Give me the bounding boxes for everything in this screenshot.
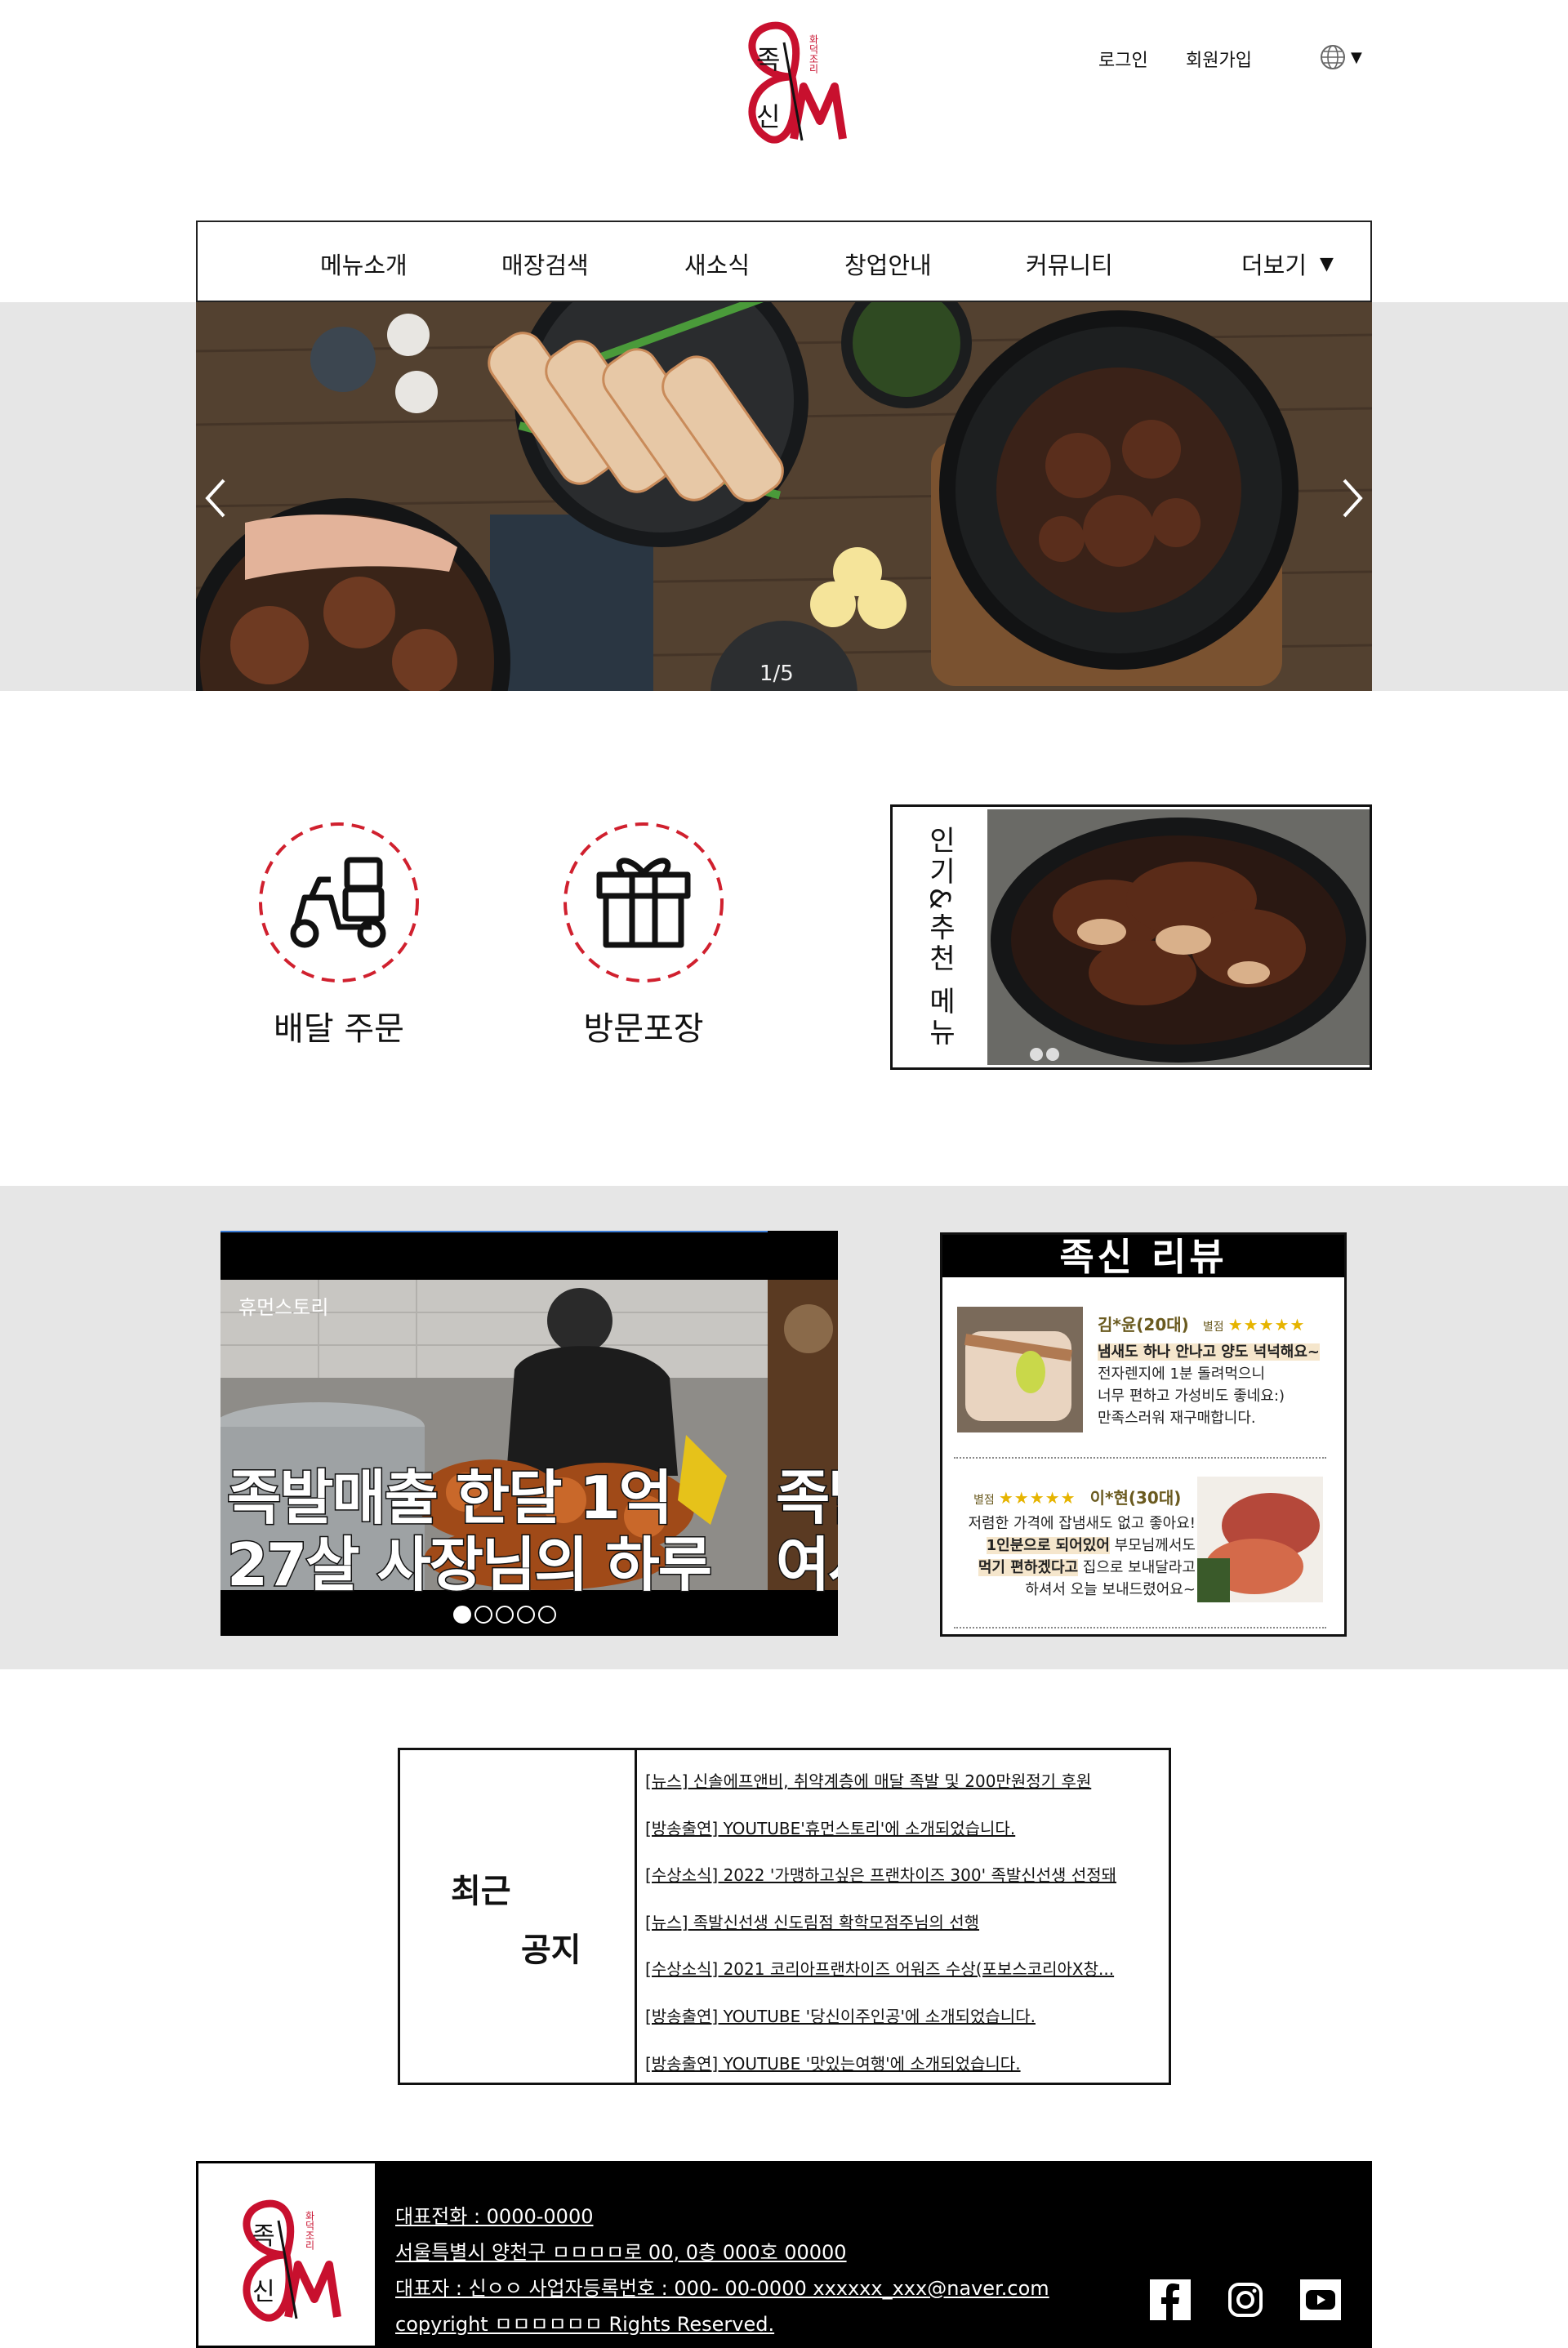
chevron-right-icon[interactable] <box>1336 474 1369 523</box>
notice-item[interactable]: [방송출연] YOUTUBE'휴먼스토리'에 소개되었습니다. <box>645 1807 1160 1855</box>
hero-food-image <box>196 302 1372 691</box>
nav-item-menu[interactable]: 메뉴소개 <box>320 247 408 281</box>
review-photo-1 <box>957 1307 1083 1432</box>
notice-item[interactable]: [뉴스] 족발신선생 신도림점 확학모점주님의 선행 <box>645 1901 1160 1949</box>
pagination-dot[interactable] <box>496 1606 514 1624</box>
notice-title-box: 최근 공지 <box>400 1750 637 2083</box>
notice-item[interactable]: [방송출연] YOUTUBE '맛있는여행'에 소개되었습니다. <box>645 2043 1160 2090</box>
notice-item[interactable]: [방송출연] YOUTUBE '당신이주인공'에 소개되었습니다. <box>645 1995 1160 2043</box>
login-link[interactable]: 로그인 <box>1098 46 1148 72</box>
review-2-body: 저렴한 가격에 잡냄새도 없고 좋아요! 1인분으로 되어있어 부모님께서도 먹… <box>942 1513 1196 1601</box>
notice-item[interactable]: [수상소식] 2022 '가맹하고싶은 프랜차이즈 300' 족발신선생 선정돼 <box>645 1854 1160 1901</box>
logo-side-text: 화덕조리 <box>304 2211 315 2250</box>
popular-menu-image <box>987 809 1370 1065</box>
rating-label: 별점 <box>1202 1321 1224 1334</box>
logo-char-bottom: 신 <box>252 2278 275 2306</box>
logo-side-text: 화덕조리 <box>808 34 819 74</box>
delivery-label: 배달 주문 <box>274 1010 404 1048</box>
footer-logo[interactable]: 족 신 화덕조리 <box>196 2161 377 2348</box>
review-text: 냄새도 하나 안나고 양도 넉넉해요~ <box>1098 1343 1320 1361</box>
review-1-header: 김*윤(20대) 별점 ★★★★★ <box>1098 1312 1305 1335</box>
nav-item-store-search[interactable]: 매장검색 <box>501 247 589 281</box>
pagination-dot[interactable] <box>538 1606 556 1624</box>
review-text: 만족스러워 재구매합니다. <box>1098 1410 1256 1427</box>
chevron-left-icon[interactable] <box>199 474 232 523</box>
nav-item-more[interactable]: 더보기 ▼ <box>1241 247 1334 281</box>
review-2-header: 별점 ★★★★★ 이*현(30대) <box>973 1485 1181 1508</box>
notice-list: [뉴스] 신솔에프앤비, 취약계층에 매달 족발 및 200만원정기 후원 [방… <box>645 1760 1160 2089</box>
review-highlight: 먹기 편하겠다고 <box>978 1559 1079 1576</box>
review-text: 부모님께서도 <box>1109 1537 1196 1554</box>
notice-item[interactable]: [수상소식] 2021 코리아프랜차이즈 어워즈 수상(포보스코리아X창... <box>645 1948 1160 1995</box>
notice-title-line1: 최근 <box>451 1872 511 1910</box>
footer-owner: 대표자 : 신ㅇㅇ 사업자등록번호 : 000- 00-0000 xxxxxx_… <box>395 2277 1049 2300</box>
logo-mark-icon <box>748 21 847 144</box>
review-panel: 족신 리뷰 김*윤(20대) 별점 ★★★★★ 냄새도 하나 안나고 양도 넉넉… <box>940 1232 1347 1637</box>
review-title: 족신 리뷰 <box>942 1235 1344 1279</box>
nav-item-community[interactable]: 커뮤니티 <box>1026 247 1113 281</box>
notice-title-line2: 공지 <box>521 1931 581 1969</box>
video-title-line2: 27살 사장님의 하루 <box>225 1530 713 1601</box>
footer: 족 신 화덕조리 대표전화 : 0000-0000 서울특별시 양천구 ㅁㅁㅁㅁ… <box>196 2161 1372 2348</box>
takeout-button[interactable]: 방문포장 <box>562 821 725 1049</box>
review-text: 너무 편하고 가성비도 좋네요:) <box>1098 1388 1285 1405</box>
popular-menu-banner[interactable]: 인기&추천 메뉴 <box>890 804 1372 1070</box>
footer-address: 서울특별시 양천구 ㅁㅁㅁㅁ로 00, 0층 000호 00000 <box>395 2241 847 2264</box>
globe-icon <box>1321 45 1345 69</box>
review-1-body: 냄새도 하나 안나고 양도 넉넉해요~ 전자렌지에 1분 돌려먹으니 너무 편하… <box>1098 1341 1320 1429</box>
nav-item-news[interactable]: 새소식 <box>684 247 750 281</box>
review-text: 전자렌지에 1분 돌려먹으니 <box>1098 1366 1266 1383</box>
notice-board: 최근 공지 [뉴스] 신솔에프앤비, 취약계층에 매달 족발 및 200만원정기… <box>398 1748 1171 2085</box>
delivery-scooter-icon <box>259 822 419 982</box>
brand-logo[interactable]: 족 신 화덕조리 <box>735 18 849 149</box>
nav-item-franchise[interactable]: 창업안내 <box>844 247 932 281</box>
video-peek-line2: 여사 <box>774 1530 838 1601</box>
rating-label: 별점 <box>973 1494 995 1507</box>
signup-link[interactable]: 회원가입 <box>1186 46 1252 72</box>
review-divider <box>954 1627 1326 1628</box>
popular-menu-title: 인기&추천 메뉴 <box>923 825 956 1049</box>
youtube-icon[interactable] <box>1300 2279 1341 2320</box>
logo-char-bottom: 신 <box>756 101 781 132</box>
video-tag: 휴먼스토리 <box>238 1296 329 1319</box>
review-text: 하셔서 오늘 보내드렸어요~ <box>1025 1581 1196 1598</box>
review-photo-2 <box>1197 1477 1323 1602</box>
popular-title-box: 인기&추천 메뉴 <box>893 807 987 1067</box>
logo-char-top: 족 <box>252 2222 275 2251</box>
review-divider <box>954 1457 1326 1459</box>
review-text: 저렴한 가격에 잡냄새도 없고 좋아요! <box>968 1515 1196 1532</box>
footer-copyright: copyright ㅁㅁㅁㅁㅁㅁ Rights Reserved. <box>395 2313 775 2336</box>
chevron-down-icon: ▼ <box>1320 253 1334 274</box>
footer-phone: 대표전화 : 0000-0000 <box>395 2205 594 2228</box>
review-text: 집으로 보내달라고 <box>1078 1559 1196 1576</box>
logo-mark-icon <box>243 2199 341 2322</box>
reviewer-name: 이*현(30대) <box>1089 1488 1182 1508</box>
hero-slider[interactable]: 1/5 <box>196 302 1372 691</box>
instagram-icon[interactable] <box>1225 2279 1266 2320</box>
pagination-dot[interactable] <box>474 1606 492 1624</box>
pagination-dot[interactable] <box>517 1606 535 1624</box>
delivery-order-button[interactable]: 배달 주문 <box>257 821 421 1049</box>
facebook-icon[interactable] <box>1150 2279 1191 2320</box>
notice-item[interactable]: [뉴스] 신솔에프앤비, 취약계층에 매달 족발 및 200만원정기 후원 <box>645 1760 1160 1807</box>
logo-char-top: 족 <box>756 44 781 75</box>
star-rating-icon: ★★★★★ <box>998 1488 1076 1508</box>
video-slider[interactable]: 휴먼스토리 족발매출 한달 1억 27살 사장님의 하루 족발 여사 <box>220 1231 838 1636</box>
review-highlight: 1인분으로 되어있어 <box>986 1537 1110 1554</box>
star-rating-icon: ★★★★★ <box>1227 1315 1306 1334</box>
video-pagination <box>453 1606 556 1624</box>
language-selector[interactable]: ▼ <box>1320 44 1367 70</box>
hero-slide-counter: 1/5 <box>760 662 794 686</box>
reviewer-name: 김*윤(20대) <box>1098 1315 1189 1334</box>
pagination-dot[interactable] <box>453 1606 471 1624</box>
nav-more-label: 더보기 <box>1241 252 1307 279</box>
main-nav: 메뉴소개 매장검색 새소식 창업안내 커뮤니티 더보기 ▼ <box>196 221 1372 302</box>
takeout-label: 방문포장 <box>583 1010 704 1048</box>
gift-icon <box>564 822 724 982</box>
chevron-down-icon: ▼ <box>1351 48 1362 66</box>
